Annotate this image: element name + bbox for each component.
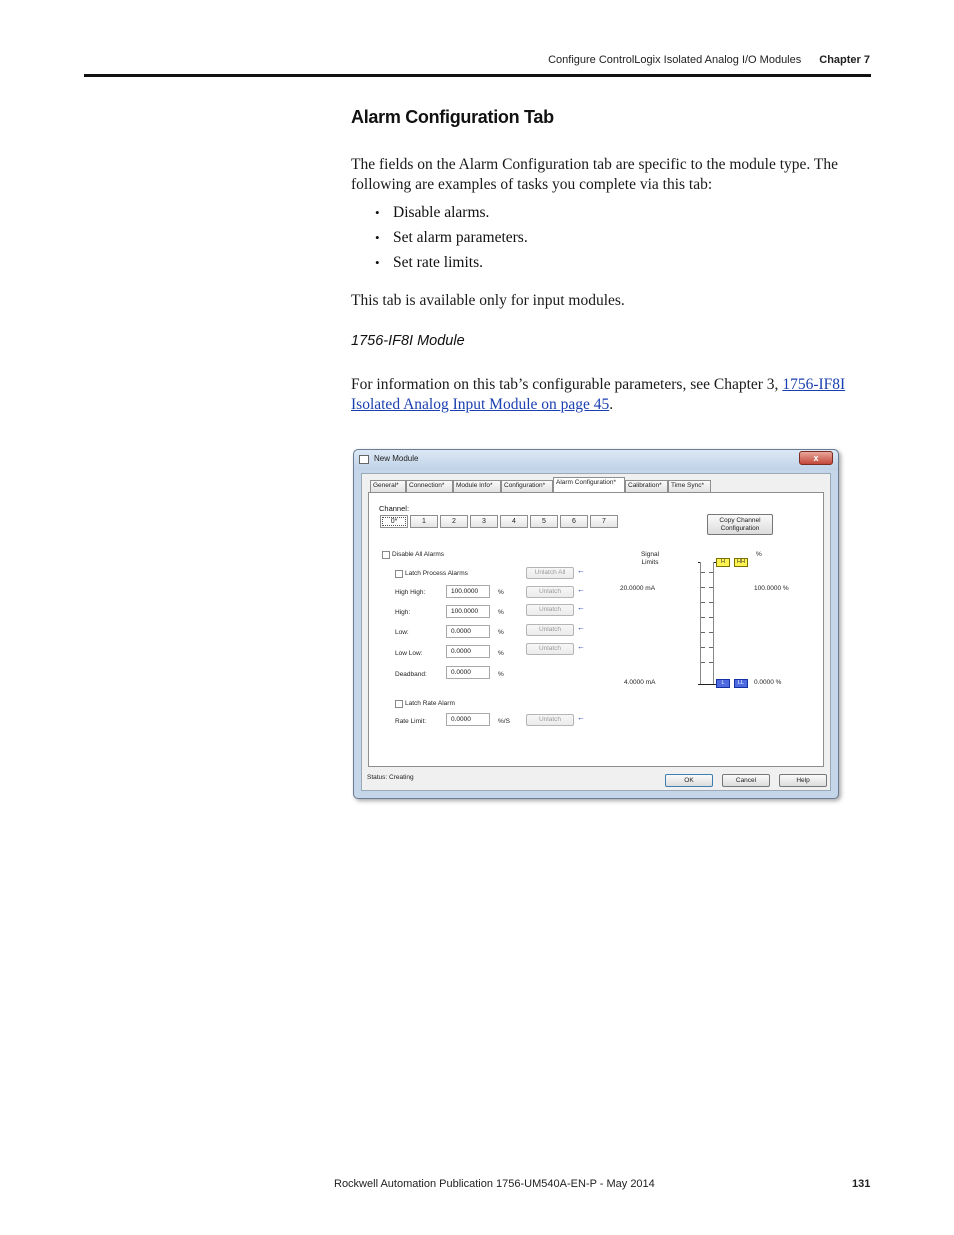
unlatch-rate-button[interactable]: Unlatch <box>526 714 574 726</box>
latch-process-alarms-label: Latch Process Alarms <box>405 570 468 577</box>
unlatch-high-button[interactable]: Unlatch <box>526 604 574 616</box>
close-button[interactable]: x <box>799 451 833 465</box>
channel-button-7[interactable]: 7 <box>590 515 618 528</box>
high-input[interactable]: 100.0000 <box>446 605 490 618</box>
copy-channel-config-button[interactable]: Copy Channel Configuration <box>707 514 773 535</box>
high-high-input[interactable]: 100.0000 <box>446 585 490 598</box>
dialog-client: General* Connection* Module Info* Config… <box>361 473 831 791</box>
channel-button-4[interactable]: 4 <box>500 515 528 528</box>
channel-button-2[interactable]: 2 <box>440 515 468 528</box>
unlatch-high-high-button[interactable]: Unlatch <box>526 586 574 598</box>
channel-button-0[interactable]: 0* <box>380 515 408 528</box>
arrow-left-icon: ← <box>577 566 585 575</box>
rate-limit-input[interactable]: 0.0000 <box>446 713 490 726</box>
list-item: Set alarm parameters. <box>375 225 528 250</box>
arrow-left-icon: ← <box>577 585 585 594</box>
task-list: Disable alarms. Set alarm parameters. Se… <box>375 200 528 275</box>
unlatch-low-low-button[interactable]: Unlatch <box>526 643 574 655</box>
percent-low-value: 0.0000 % <box>754 679 782 686</box>
deadband-label: Deadband: <box>395 671 427 678</box>
tab-configuration[interactable]: Configuration* <box>501 480 553 492</box>
header-section: Configure ControlLogix Isolated Analog I… <box>548 54 802 66</box>
disable-all-alarms-label: Disable All Alarms <box>392 551 445 558</box>
percent-title: % <box>756 551 762 558</box>
cancel-button[interactable]: Cancel <box>722 774 770 787</box>
module-subheading: 1756-IF8I Module <box>351 333 465 349</box>
availability-paragraph: This tab is available only for input mod… <box>351 292 625 309</box>
high-label: High: <box>395 609 411 616</box>
help-button[interactable]: Help <box>779 774 827 787</box>
arrow-left-icon: ← <box>577 642 585 651</box>
alarm-config-panel: Channel: 0* 1 2 3 4 5 6 7 Copy Channel C… <box>368 492 824 767</box>
header-chapter: Chapter 7 <box>819 54 870 66</box>
new-module-dialog: New Module x General* Connection* Module… <box>353 449 839 799</box>
ref-prefix: For information on this tab’s configurab… <box>351 376 783 393</box>
rate-limit-unit: %/S <box>498 718 510 725</box>
low-label: Low: <box>395 629 409 636</box>
list-item: Disable alarms. <box>375 200 528 225</box>
high-unit: % <box>498 609 504 616</box>
deadband-unit: % <box>498 671 504 678</box>
tab-module-info[interactable]: Module Info* <box>453 480 501 492</box>
signal-high-value: 20.0000 mA <box>620 585 656 592</box>
dialog-title: New Module <box>374 454 419 463</box>
disable-all-alarms-checkbox[interactable] <box>382 551 390 559</box>
tab-alarm-configuration[interactable]: Alarm Configuration* <box>553 477 625 492</box>
high-high-alarm-marker[interactable]: HH <box>734 558 748 567</box>
rate-limit-label: Rate Limit: <box>395 718 427 725</box>
channel-label: Channel: <box>379 504 410 513</box>
running-header: Configure ControlLogix Isolated Analog I… <box>548 54 870 66</box>
percent-high-value: 100.0000 % <box>754 585 789 592</box>
low-unit: % <box>498 629 504 636</box>
arrow-left-icon: ← <box>577 603 585 612</box>
status-text: Status: Creating <box>367 774 414 781</box>
ref-suffix: . <box>609 396 614 413</box>
channel-button-3[interactable]: 3 <box>470 515 498 528</box>
latch-rate-alarm-checkbox[interactable] <box>395 700 403 708</box>
scale-bottom-line <box>698 684 716 685</box>
channel-button-5[interactable]: 5 <box>530 515 558 528</box>
low-input[interactable]: 0.0000 <box>446 625 490 638</box>
alarm-scale-bar <box>700 562 714 684</box>
reference-paragraph: For information on this tab’s configurab… <box>351 375 871 415</box>
tab-time-sync[interactable]: Time Sync* <box>668 480 711 492</box>
unlatch-low-button[interactable]: Unlatch <box>526 624 574 636</box>
low-low-label: Low Low: <box>395 650 423 657</box>
arrow-left-icon: ← <box>577 623 585 632</box>
tab-general[interactable]: General* <box>370 480 406 492</box>
low-low-unit: % <box>498 650 504 657</box>
low-alarm-marker[interactable]: L <box>716 679 730 688</box>
dialog-titlebar: New Module x <box>354 450 838 470</box>
latch-process-alarms-checkbox[interactable] <box>395 570 403 578</box>
high-high-label: High High: <box>395 589 426 596</box>
list-item: Set rate limits. <box>375 250 528 275</box>
footer-page-number: 131 <box>852 1178 871 1190</box>
section-heading: Alarm Configuration Tab <box>351 107 554 127</box>
latch-rate-alarm-label: Latch Rate Alarm <box>405 700 455 707</box>
window-icon <box>359 455 369 464</box>
intro-paragraph: The fields on the Alarm Configuration ta… <box>351 156 838 193</box>
header-rule <box>84 74 871 77</box>
channel-button-1[interactable]: 1 <box>410 515 438 528</box>
channel-button-6[interactable]: 6 <box>560 515 588 528</box>
low-low-alarm-marker[interactable]: LL <box>734 679 748 688</box>
signal-low-value: 4.0000 mA <box>624 679 656 686</box>
ok-button[interactable]: OK <box>665 774 713 787</box>
arrow-left-icon: ← <box>577 713 585 722</box>
unlatch-all-button[interactable]: Unlatch All <box>526 567 574 579</box>
signal-limits-title: Signal Limits <box>640 551 660 566</box>
high-high-unit: % <box>498 589 504 596</box>
high-alarm-marker[interactable]: H <box>716 558 730 567</box>
tab-calibration[interactable]: Calibration* <box>625 480 668 492</box>
tab-connection[interactable]: Connection* <box>406 480 453 492</box>
low-low-input[interactable]: 0.0000 <box>446 645 490 658</box>
deadband-input[interactable]: 0.0000 <box>446 666 490 679</box>
footer-publication: Rockwell Automation Publication 1756-UM5… <box>334 1178 655 1190</box>
